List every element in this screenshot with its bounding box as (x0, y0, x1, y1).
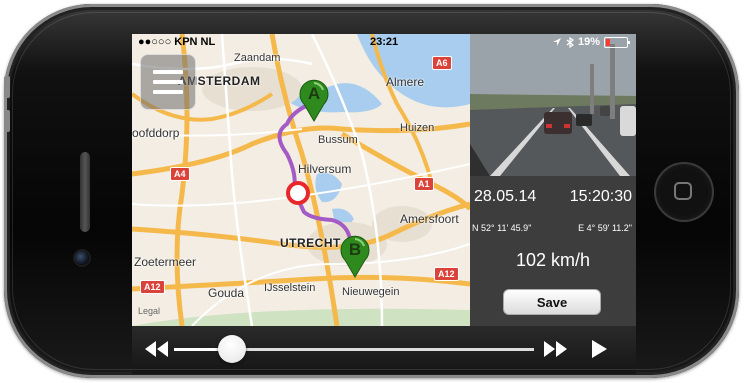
map-label-hoofddorp: oofddorp (132, 126, 180, 140)
map-label-almere: Almere (386, 75, 425, 89)
location-arrow-icon (552, 38, 561, 46)
bluetooth-icon (566, 36, 574, 48)
road-shield-a12-right: A12 (434, 267, 459, 281)
volume-up-button (4, 76, 10, 98)
map-label-gouda: Gouda (208, 286, 245, 300)
status-time: 23:21 (370, 36, 399, 48)
scrubber-handle[interactable] (217, 335, 246, 363)
start-pin-a[interactable]: A (299, 78, 329, 122)
dashcam-frame (470, 34, 636, 176)
recording-time: 15:20:30 (569, 188, 632, 205)
battery-icon (604, 36, 630, 48)
map-label-amersfoort: Amersfoort (400, 212, 459, 226)
current-position-marker[interactable] (286, 181, 310, 205)
status-bar: ●●○○○ KPN NL 23:21 19% (132, 34, 636, 50)
rewind-icon[interactable] (144, 340, 170, 358)
phone-frame: Zaandam AMSTERDAM Almere oofddorp Bussum… (4, 4, 739, 378)
latitude-value: N 52° 11' 45.9" (472, 223, 532, 233)
longitude-value: E 4° 59' 11.2" (578, 223, 632, 233)
road-shield-a12-left: A12 (140, 280, 165, 294)
battery-percent: 19% (577, 36, 600, 48)
road-shield-a6: A6 (432, 56, 452, 70)
playback-controls (132, 326, 636, 374)
map-label-zoetermeer: Zoetermeer (134, 255, 197, 269)
play-icon[interactable] (590, 339, 608, 359)
map-label-utrecht: UTRECHT (280, 236, 341, 250)
map-legal-link[interactable]: Legal (138, 306, 160, 316)
map-label-zaandam: Zaandam (234, 52, 281, 64)
recording-date: 28.05.14 (474, 188, 537, 205)
road-shield-a1: A1 (414, 177, 434, 191)
save-button[interactable]: Save (503, 289, 601, 315)
status-right: 19% (552, 36, 630, 48)
home-button[interactable] (654, 162, 714, 222)
hamburger-icon (153, 70, 183, 74)
volume-down-button (4, 110, 10, 132)
map-label-nieuwegein: Nieuwegein (342, 286, 400, 298)
map-label-bussum: Bussum (318, 134, 358, 146)
map-label-huizen: Huizen (400, 122, 435, 134)
home-square-icon (674, 182, 692, 200)
earpiece-speaker (80, 152, 90, 232)
end-pin-b[interactable]: B (340, 234, 370, 278)
map-view[interactable]: Zaandam AMSTERDAM Almere oofddorp Bussum… (132, 34, 470, 326)
front-camera (75, 251, 89, 265)
menu-button[interactable] (140, 54, 196, 110)
carrier-signal: ●●○○○ KPN NL (138, 36, 216, 48)
road-shield-a4: A4 (170, 167, 190, 181)
fast-forward-icon[interactable] (542, 340, 568, 358)
map-label-hilversum: Hilversum (298, 162, 352, 176)
trip-info-panel: 28.05.14 15:20:30 N 52° 11' 45.9" E 4° 5… (470, 176, 636, 326)
speed-value: 102 km/h (515, 250, 591, 270)
battery-fill (606, 38, 610, 46)
dashcam-video-preview[interactable] (470, 34, 636, 176)
app-screen: Zaandam AMSTERDAM Almere oofddorp Bussum… (132, 34, 636, 374)
pin-b-label: B (348, 240, 362, 259)
map-label-ijsselstein: IJsselstein (264, 282, 316, 294)
pin-a-label: A (307, 84, 321, 103)
